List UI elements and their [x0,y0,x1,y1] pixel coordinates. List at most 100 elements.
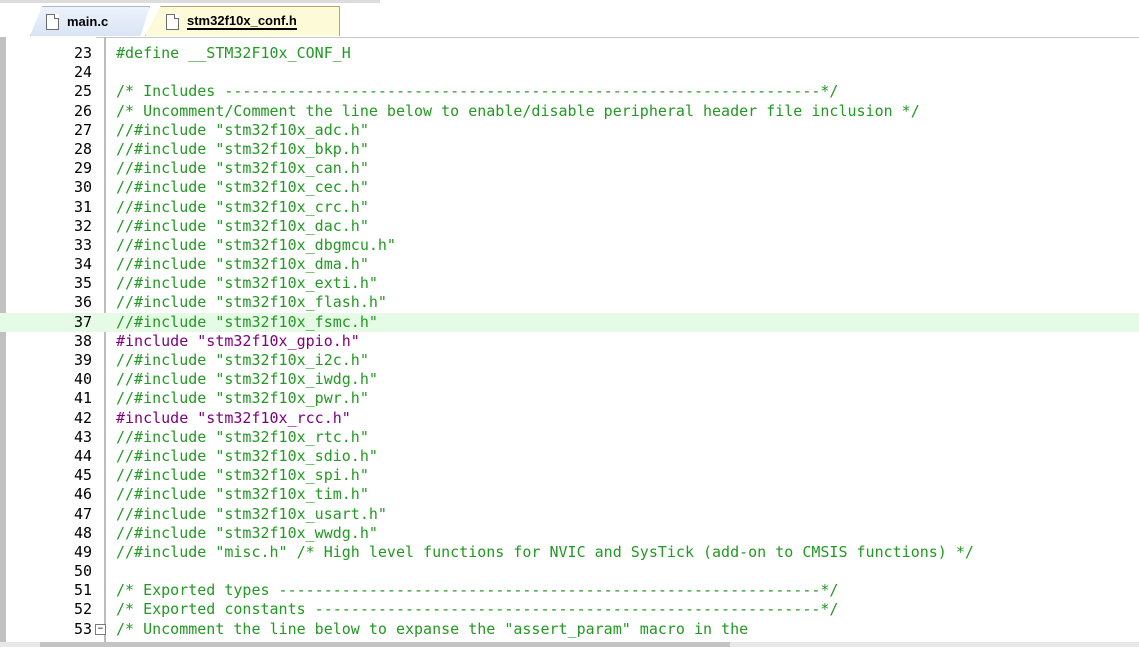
code-line[interactable]: 42 #include "stm32f10x_rcc.h" [0,409,1139,428]
code-line[interactable]: 50 [0,562,1139,581]
line-number: 40 [73,370,92,389]
toolbar-edge [0,0,380,3]
editor-tab-bar: main.c stm32f10x_conf.h [0,0,1139,38]
code-text: /* Exported constants ------------------… [116,600,839,619]
code-text: //#include "stm32f10x_dma.h" [116,255,369,274]
code-text: /* Includes ----------------------------… [116,82,839,101]
code-line[interactable]: 38 #include "stm32f10x_gpio.h" [0,332,1139,351]
code-text: //#include "stm32f10x_wwdg.h" [116,523,378,542]
code-text: //#include "stm32f10x_dac.h" [116,216,369,235]
line-number: 32 [73,216,92,235]
line-number: 49 [73,542,92,561]
line-number: 53 [73,619,92,638]
fold-collapse-icon[interactable]: − [95,623,106,635]
code-line[interactable]: 53−/* Uncomment the line below to expans… [0,620,1139,639]
code-line[interactable]: 24 [0,63,1139,82]
code-line[interactable]: 23 #define __STM32F10x_CONF_H [0,44,1139,63]
code-text: //#include "stm32f10x_pwr.h" [116,389,369,408]
line-number: 23 [73,44,92,62]
code-lines: 23 #define __STM32F10x_CONF_H 24 25 /* Inclu… [0,44,1139,639]
line-number: 25 [73,82,92,101]
line-number: 26 [73,101,92,120]
code-line[interactable]: 47 //#include "stm32f10x_usart.h" [0,505,1139,524]
line-number: 36 [73,293,92,312]
line-number: 34 [73,255,92,274]
line-number: 46 [73,485,92,504]
scrollbar-thumb[interactable] [40,642,730,647]
code-line[interactable]: 43 //#include "stm32f10x_rtc.h" [0,428,1139,447]
code-line[interactable]: 48 //#include "stm32f10x_wwdg.h" [0,524,1139,543]
code-line[interactable]: 44 //#include "stm32f10x_sdio.h" [0,447,1139,466]
code-text: /* Uncomment the line below to expanse t… [116,619,749,638]
code-text: //#include "stm32f10x_i2c.h" [116,351,369,369]
horizontal-scrollbar[interactable] [0,642,1139,647]
line-number: 31 [73,197,92,216]
line-number: 43 [73,427,92,446]
code-text: #include "stm32f10x_gpio.h" [116,331,360,350]
code-line[interactable]: 28 //#include "stm32f10x_bkp.h" [0,140,1139,159]
code-text: #include "stm32f10x_rcc.h" [116,408,351,427]
line-number: 47 [73,504,92,523]
code-text: //#include "stm32f10x_adc.h" [116,120,369,139]
code-line[interactable]: 34 //#include "stm32f10x_dma.h" [0,255,1139,274]
line-number: 48 [73,523,92,542]
code-line[interactable]: 32 //#include "stm32f10x_dac.h" [0,217,1139,236]
file-icon [166,13,179,30]
tab-label: stm32f10x_conf.h [187,13,297,30]
code-text: //#include "stm32f10x_bkp.h" [116,139,369,158]
code-line[interactable]: 52 /* Exported constants ----------------… [0,600,1139,619]
line-number: 45 [73,466,92,485]
code-text: //#include "stm32f10x_sdio.h" [116,446,378,465]
line-number: 52 [73,600,92,619]
code-line[interactable]: 27 //#include "stm32f10x_adc.h" [0,121,1139,140]
code-editor[interactable]: 23 #define __STM32F10x_CONF_H 24 25 /* Inclu… [0,37,1139,642]
code-line[interactable]: 45 //#include "stm32f10x_spi.h" [0,466,1139,485]
code-text: //#include "stm32f10x_exti.h" [116,274,378,293]
line-number: 27 [73,120,92,139]
line-number: 41 [73,389,92,408]
code-line[interactable]: 39 //#include "stm32f10x_i2c.h" [0,351,1139,370]
tab-stm32f10x-conf-h[interactable]: stm32f10x_conf.h [145,6,340,36]
tab-label: main.c [67,14,109,29]
code-text: //#include "stm32f10x_iwdg.h" [116,370,378,389]
code-text: //#include "stm32f10x_spi.h" [116,466,369,485]
code-line[interactable]: 33 //#include "stm32f10x_dbgmcu.h" [0,236,1139,255]
code-text: //#include "misc.h" /* High level functi… [116,542,974,561]
tab-main-c[interactable]: main.c [30,6,150,36]
code-text: /* Exported types ----------------------… [116,581,839,600]
code-line[interactable]: 31 //#include "stm32f10x_crc.h" [0,198,1139,217]
code-line[interactable]: 29 //#include "stm32f10x_can.h" [0,159,1139,178]
line-number: 28 [73,139,92,158]
code-line[interactable]: 41 //#include "stm32f10x_pwr.h" [0,389,1139,408]
line-number: 33 [73,235,92,254]
code-line[interactable]: 36 //#include "stm32f10x_flash.h" [0,293,1139,312]
line-number: 30 [73,178,92,197]
code-line[interactable]: 30 //#include "stm32f10x_cec.h" [0,178,1139,197]
line-number: 24 [73,63,92,82]
code-text: //#include "stm32f10x_rtc.h" [116,427,369,446]
code-text: //#include "stm32f10x_fsmc.h" [116,312,378,331]
line-number: 35 [73,274,92,293]
code-line[interactable]: 37 //#include "stm32f10x_fsmc.h" [0,312,1139,332]
code-line[interactable]: 49 //#include "misc.h" /* High level func… [0,543,1139,562]
code-text: /* Uncomment/Comment the line below to e… [116,101,920,120]
code-text: //#include "stm32f10x_crc.h" [116,197,369,216]
code-text: //#include "stm32f10x_flash.h" [116,293,387,312]
line-number: 29 [73,159,92,178]
code-line[interactable]: 26 /* Uncomment/Comment the line below to… [0,102,1139,121]
code-text: //#include "stm32f10x_cec.h" [116,178,369,197]
line-number: 51 [73,581,92,600]
code-line[interactable]: 25 /* Includes --------------------------… [0,82,1139,101]
line-number: 44 [73,446,92,465]
code-line[interactable]: 40 //#include "stm32f10x_iwdg.h" [0,370,1139,389]
line-number: 42 [73,408,92,427]
code-text: //#include "stm32f10x_dbgmcu.h" [116,235,396,254]
code-line[interactable]: 51 /* Exported types --------------------… [0,581,1139,600]
code-line[interactable]: 35 //#include "stm32f10x_exti.h" [0,274,1139,293]
code-line[interactable]: 46 //#include "stm32f10x_tim.h" [0,485,1139,504]
code-text: //#include "stm32f10x_can.h" [116,159,369,178]
line-number: 50 [73,562,92,581]
file-icon [46,13,59,30]
code-text: //#include "stm32f10x_tim.h" [116,485,369,504]
line-number: 37 [73,312,92,331]
